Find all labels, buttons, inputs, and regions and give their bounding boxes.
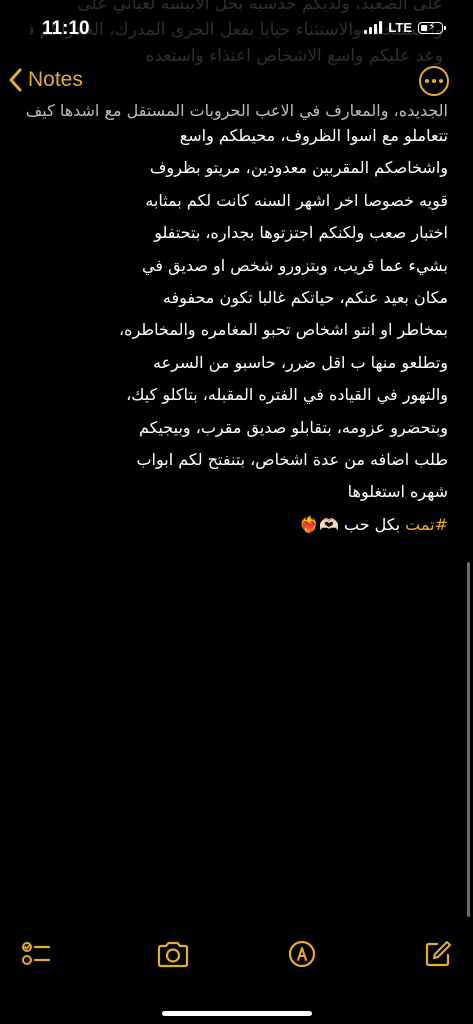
note-line: قويه خصوصا اخر اشهر السنه كانت لكم بمثاب…: [145, 190, 448, 210]
back-to-notes-button[interactable]: Notes: [8, 68, 83, 92]
ellipsis-icon: [425, 79, 429, 83]
note-line: بشيء عما قريب، وبتزورو شخص او صديق في: [142, 255, 448, 275]
note-line-partial: الجديده، والمعارف في الاعب الحروبات المس…: [25, 101, 448, 120]
note-line: والتهور في القياده في الفتره المقبله، بت…: [126, 385, 448, 405]
scroll-indicator[interactable]: [467, 562, 470, 917]
note-closing-line: #تمت بكل حب 🫶🏻❤️‍🔥: [10, 509, 448, 541]
camera-icon: [156, 940, 190, 972]
note-line: شهره استغلوها: [347, 482, 448, 502]
note-line: وتطلعو منها ب اقل ضرر، حاسبو من السرعه: [153, 352, 448, 372]
note-line: واشخاصكم المقربين معدودين، مريتو بظروف: [149, 158, 448, 178]
scrolled-text-ghost: على الصعيد، ولديكم حدسيه بحل الابيسه لعي…: [77, 0, 444, 14]
emoji-hearts: 🫶🏻❤️‍🔥: [299, 514, 339, 534]
closing-text: بكل حب: [338, 514, 406, 534]
home-indicator[interactable]: [161, 1011, 312, 1016]
note-line: اختبار صعب ولكنكم اجتزتوها بجداره، بتحتف…: [154, 223, 448, 243]
battery-charging-icon: ⚡: [418, 20, 446, 34]
markup-pen-icon: [287, 939, 317, 973]
hashtag[interactable]: #تمت: [405, 515, 448, 534]
note-line: وبتحضرو عزومه، بتقابلو صديق مقرب، وبيجيك…: [138, 417, 448, 437]
compose-new-note-button[interactable]: [420, 938, 456, 974]
note-body[interactable]: الجديده، والمعارف في الاعب الحروبات المس…: [10, 100, 448, 541]
compose-icon: [423, 939, 453, 973]
note-line: تتعاملو مع اسوا الظروف، محيطكم واسع: [179, 126, 448, 145]
more-options-button[interactable]: [419, 66, 449, 96]
camera-button[interactable]: [155, 938, 191, 974]
cellular-signal-icon: [364, 21, 383, 34]
back-label: Notes: [28, 68, 83, 91]
bottom-toolbar: [0, 938, 473, 988]
network-type: LTE: [388, 20, 412, 35]
scrolled-text-ghost: وعد عليكم واسع الاشخاص اعتذاء واستعده: [145, 46, 443, 66]
markup-button[interactable]: [284, 938, 320, 974]
note-line: مكان بعيد عنكم، حياتكم غالبا تكون محفوفه: [162, 288, 448, 308]
status-indicators: LTE ⚡: [364, 20, 446, 35]
status-time: 11:10: [42, 18, 90, 39]
checklist-icon: [21, 940, 51, 972]
checklist-button[interactable]: [18, 938, 54, 974]
status-bar: على الصعيد، ولديكم حدسيه بحل الابيسه لعي…: [0, 0, 473, 66]
navigation-bar: Notes: [0, 64, 473, 104]
note-line: طلب اضافه من عدة اشخاص، بتنفتح لكم ابواب: [136, 450, 448, 470]
chevron-left-icon: [8, 68, 22, 92]
note-line: بمخاطر او انتو اشخاص تحبو المغامره والمخ…: [119, 320, 448, 340]
